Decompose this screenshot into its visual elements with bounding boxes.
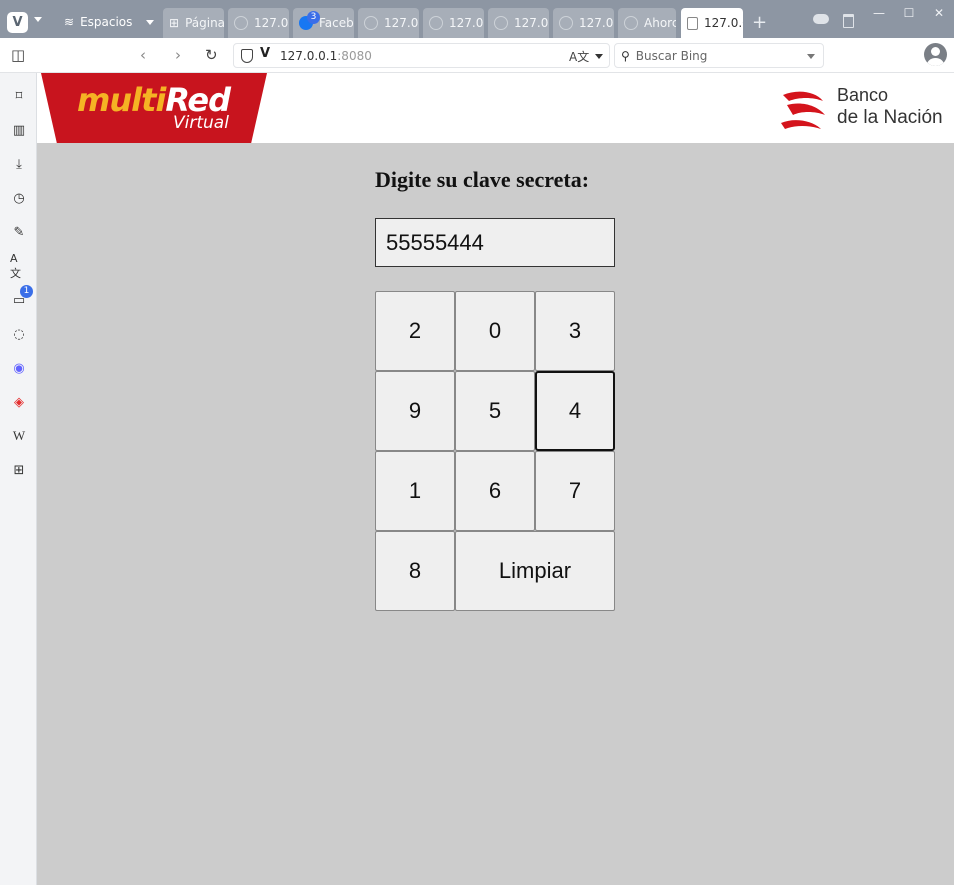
keypad: 2 0 3 9 5 4 1 6 7 8 Limpiar: [375, 291, 615, 611]
tab-facebook[interactable]: 3 Faceb: [293, 8, 354, 38]
reload-button[interactable]: ↻: [205, 46, 218, 64]
layers-icon: ≋: [64, 15, 75, 29]
maximize-button[interactable]: ☐: [894, 0, 924, 26]
shield-icon[interactable]: [241, 49, 253, 63]
bank-name-line2: de la Nación: [837, 107, 943, 128]
tab-ahorcado[interactable]: Ahorc: [618, 8, 676, 38]
translate-icon[interactable]: A文: [569, 48, 589, 65]
tab-label: Ahorc: [644, 16, 676, 30]
keypad-key[interactable]: 3: [535, 291, 615, 371]
search-placeholder: Buscar Bing: [635, 48, 708, 63]
logo-text-multi: multi: [77, 81, 166, 119]
notification-badge: 3: [307, 11, 320, 24]
close-window-button[interactable]: ✕: [924, 0, 954, 26]
tab-label: Faceb: [319, 16, 354, 30]
download-icon[interactable]: ⤓: [10, 155, 28, 173]
cloud-sync-icon[interactable]: [813, 14, 829, 24]
page-header: multiRed Virtual Banco de la Nación: [37, 73, 954, 143]
translate-icon[interactable]: A文: [10, 252, 28, 280]
tab-pagina[interactable]: ⊞ Página: [163, 8, 224, 38]
globe-icon: [494, 16, 508, 30]
web-page: multiRed Virtual Banco de la Nación Digi…: [37, 73, 954, 885]
search-icon: ⚲: [621, 48, 630, 63]
back-button[interactable]: ‹: [140, 46, 146, 64]
workspaces-button[interactable]: ≋ Espacios: [64, 8, 155, 36]
facebook-icon: 3: [299, 11, 320, 30]
new-tab-button[interactable]: +: [752, 12, 767, 33]
keypad-key-focused[interactable]: 4: [535, 371, 615, 451]
globe-icon: [429, 16, 443, 30]
tab-localhost-1[interactable]: 127.0.0: [228, 8, 289, 38]
chevron-down-icon[interactable]: [807, 54, 815, 59]
bookmark-icon[interactable]: ⌑: [10, 87, 28, 105]
pin-input[interactable]: 55555444: [375, 218, 615, 267]
tab-localhost-4[interactable]: 127.0.0: [488, 8, 549, 38]
vivaldi-icon[interactable]: ◈: [10, 393, 28, 411]
tab-localhost-5[interactable]: 127.0.0: [553, 8, 614, 38]
tab-localhost-2[interactable]: 127.0.0: [358, 8, 419, 38]
banco-nacion-logo: Banco de la Nación: [779, 85, 954, 135]
forward-button[interactable]: ›: [175, 46, 181, 64]
chevron-down-icon: [146, 19, 155, 25]
keypad-key[interactable]: 5: [455, 371, 535, 451]
keypad-key[interactable]: 0: [455, 291, 535, 371]
minimize-button[interactable]: —: [864, 0, 894, 26]
add-panel-icon[interactable]: ⊞: [10, 461, 28, 479]
pin-value: 55555444: [386, 230, 484, 255]
wikipedia-icon[interactable]: W: [10, 427, 28, 445]
clear-button[interactable]: Limpiar: [455, 531, 615, 611]
globe-icon: [559, 16, 573, 30]
notification-badge: 1: [20, 285, 33, 298]
feed-icon[interactable]: ◌: [10, 325, 28, 343]
grid-icon: ⊞: [169, 16, 180, 30]
multired-logo: multiRed Virtual: [41, 73, 267, 143]
keypad-key[interactable]: 8: [375, 531, 455, 611]
url-port: :8080: [337, 48, 372, 63]
tab-label: 127.0.0: [514, 16, 549, 30]
window-controls: — ☐ ✕: [864, 0, 954, 26]
tab-label: 127.0.0: [449, 16, 484, 30]
address-toolbar: ◫ ‹ › ↻ V 127.0.0.1:8080 A文 ⚲ Buscar Bin…: [0, 38, 954, 73]
keypad-key[interactable]: 1: [375, 451, 455, 531]
profile-avatar[interactable]: [924, 43, 947, 66]
chevron-down-icon[interactable]: [595, 54, 603, 59]
tab-label: 127.0.0: [384, 16, 419, 30]
tab-label: Página: [185, 16, 224, 30]
vivaldi-menu-button[interactable]: V: [7, 12, 28, 33]
browser-tab-bar: V ≋ Espacios ⊞ Página 127.0.0 3 Faceb 12…: [0, 0, 954, 38]
notes-icon[interactable]: ✎: [10, 223, 28, 241]
mastodon-icon[interactable]: ◉: [10, 359, 28, 377]
vivaldi-icon: V: [260, 46, 271, 61]
side-panel: ⌑ ▥ ⤓ ◷ ✎ A文 ▭ 1 ◌ ◉ ◈ W ⊞: [0, 73, 37, 885]
globe-icon: [364, 16, 378, 30]
trash-icon[interactable]: [843, 14, 854, 28]
document-icon: [687, 16, 698, 30]
logo-text-virtual: Virtual: [173, 113, 229, 133]
tab-localhost-3[interactable]: 127.0.0: [423, 8, 484, 38]
bank-swoosh-icon: [781, 91, 825, 129]
reading-list-icon[interactable]: ▥: [10, 121, 28, 139]
pin-prompt: Digite su clave secreta:: [375, 167, 590, 192]
globe-icon: [234, 16, 248, 30]
tab-active[interactable]: 127.0.0: [681, 8, 743, 38]
bank-name-line1: Banco: [837, 85, 889, 105]
tab-label: 127.0.0: [254, 16, 289, 30]
keypad-key[interactable]: 7: [535, 451, 615, 531]
address-field[interactable]: V 127.0.0.1:8080 A文: [233, 43, 610, 68]
keypad-key[interactable]: 9: [375, 371, 455, 451]
globe-icon: [624, 16, 638, 30]
history-icon[interactable]: ◷: [10, 189, 28, 207]
panel-toggle-icon[interactable]: ◫: [11, 46, 25, 64]
keypad-key[interactable]: 2: [375, 291, 455, 371]
url-host: 127.0.0.1: [280, 48, 338, 63]
keypad-key[interactable]: 6: [455, 451, 535, 531]
search-field[interactable]: ⚲ Buscar Bing: [614, 43, 824, 68]
workspaces-label: Espacios: [80, 15, 133, 29]
chevron-down-icon[interactable]: [34, 17, 42, 22]
tab-label: 127.0.0: [579, 16, 614, 30]
tab-label: 127.0.0: [704, 16, 743, 30]
